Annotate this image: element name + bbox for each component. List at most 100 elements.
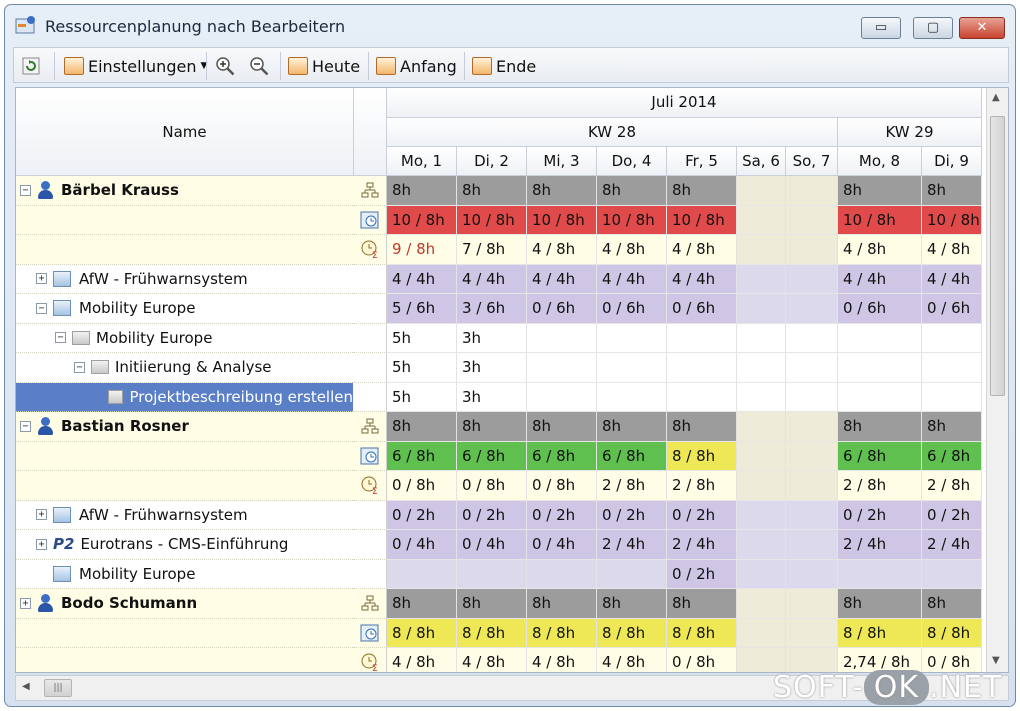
task-row[interactable]: Projektbeschreibung erstellen 5h 3h bbox=[16, 382, 982, 412]
day-value-cell[interactable] bbox=[457, 559, 527, 589]
day-value-cell[interactable]: 4 / 4h bbox=[922, 264, 982, 294]
day-value-cell[interactable] bbox=[737, 530, 786, 560]
name-cell[interactable]: Mobility Europe bbox=[16, 559, 353, 589]
vertical-scrollbar[interactable]: ▲ ▼ bbox=[986, 88, 1008, 672]
scroll-up-icon[interactable]: ▲ bbox=[992, 92, 1000, 103]
day-value-cell[interactable]: 8 / 8h bbox=[527, 618, 597, 648]
horizontal-scroll-thumb[interactable]: ||| bbox=[44, 679, 72, 697]
day-value-cell[interactable]: 0 / 2h bbox=[527, 500, 597, 530]
day-value-cell[interactable] bbox=[786, 471, 838, 501]
day-value-cell[interactable]: 8h bbox=[667, 412, 737, 442]
day-value-cell[interactable] bbox=[737, 264, 786, 294]
day-value-cell[interactable] bbox=[786, 500, 838, 530]
day-value-cell[interactable]: 2 / 4h bbox=[667, 530, 737, 560]
day-value-cell[interactable] bbox=[597, 559, 667, 589]
day-value-cell[interactable]: 8h bbox=[838, 176, 922, 206]
refresh-button[interactable] bbox=[20, 52, 42, 80]
day-value-cell[interactable]: 10 / 8h bbox=[597, 205, 667, 235]
day-value-cell[interactable] bbox=[667, 323, 737, 353]
day-value-cell[interactable]: 7 / 8h bbox=[457, 235, 527, 265]
day-value-cell[interactable]: 4 / 4h bbox=[667, 264, 737, 294]
day-value-cell[interactable]: 8h bbox=[667, 589, 737, 619]
expand-icon[interactable]: + bbox=[36, 509, 47, 521]
day-value-cell[interactable]: 0 / 2h bbox=[667, 559, 737, 589]
day-value-cell[interactable]: 8h bbox=[922, 412, 982, 442]
resource-summary-row[interactable]: 8 / 8h 8 / 8h 8 / 8h 8 / 8h 8 / 8h 8 / 8h 8 / … bbox=[16, 618, 982, 648]
name-cell[interactable]: − Mobility Europe bbox=[16, 294, 353, 324]
resource-summary-row[interactable]: Σ0 / 8h 0 / 8h 0 / 8h 2 / 8h 2 / 8h 2 / 8h 2 /… bbox=[16, 471, 982, 501]
day-value-cell[interactable] bbox=[597, 382, 667, 412]
minimize-button[interactable]: ▭ bbox=[861, 17, 901, 39]
day-value-cell[interactable] bbox=[737, 412, 786, 442]
day-value-cell[interactable]: 4 / 8h bbox=[922, 235, 982, 265]
day-value-cell[interactable]: 8h bbox=[838, 412, 922, 442]
day-value-cell[interactable] bbox=[597, 323, 667, 353]
day-value-cell[interactable]: 6 / 8h bbox=[838, 441, 922, 471]
day-value-cell[interactable]: 4 / 8h bbox=[597, 648, 667, 672]
day-value-cell[interactable]: 10 / 8h bbox=[387, 205, 457, 235]
day-value-cell[interactable] bbox=[922, 323, 982, 353]
day-value-cell[interactable]: 8h bbox=[527, 589, 597, 619]
day-value-cell[interactable]: 8 / 8h bbox=[387, 618, 457, 648]
name-cell[interactable]: + Bodo Schumann bbox=[16, 589, 353, 619]
day-value-cell[interactable]: 6 / 8h bbox=[597, 441, 667, 471]
day-value-cell[interactable]: 8h bbox=[922, 589, 982, 619]
day-value-cell[interactable]: 0 / 6h bbox=[838, 294, 922, 324]
day-value-cell[interactable] bbox=[737, 559, 786, 589]
day-value-cell[interactable]: 2 / 8h bbox=[922, 471, 982, 501]
name-cell[interactable] bbox=[16, 618, 353, 648]
day-value-cell[interactable] bbox=[737, 589, 786, 619]
resource-summary-row[interactable]: Σ9 / 8h 7 / 8h 4 / 8h 4 / 8h 4 / 8h 4 / 8h 4 /… bbox=[16, 235, 982, 265]
name-column-header[interactable]: Name bbox=[16, 88, 354, 176]
expand-icon[interactable]: + bbox=[36, 273, 47, 285]
settings-dropdown[interactable]: Einstellungen ▼ bbox=[64, 52, 207, 80]
collapse-icon[interactable]: − bbox=[74, 361, 85, 373]
day-value-cell[interactable]: 5 / 6h bbox=[387, 294, 457, 324]
collapse-icon[interactable]: − bbox=[36, 302, 47, 314]
day-value-cell[interactable]: 5h bbox=[387, 382, 457, 412]
day-value-cell[interactable]: 0 / 6h bbox=[667, 294, 737, 324]
day-value-cell[interactable] bbox=[786, 382, 838, 412]
name-cell[interactable]: Projektbeschreibung erstellen bbox=[16, 382, 353, 412]
zoom-out-button[interactable] bbox=[248, 52, 270, 80]
day-value-cell[interactable]: 6 / 8h bbox=[922, 441, 982, 471]
day-value-cell[interactable] bbox=[786, 618, 838, 648]
day-value-cell[interactable]: 2 / 8h bbox=[667, 471, 737, 501]
vertical-scroll-thumb[interactable] bbox=[990, 116, 1005, 396]
day-value-cell[interactable] bbox=[737, 176, 786, 206]
day-value-cell[interactable] bbox=[667, 382, 737, 412]
day-value-cell[interactable] bbox=[527, 559, 597, 589]
task-row[interactable]: + AfW - Frühwarnsystem 4 / 4h 4 / 4h 4 / 4h 4… bbox=[16, 264, 982, 294]
day-value-cell[interactable] bbox=[737, 500, 786, 530]
day-value-cell[interactable]: 8 / 8h bbox=[457, 618, 527, 648]
day-value-cell[interactable]: 8h bbox=[527, 176, 597, 206]
zoom-in-button[interactable] bbox=[214, 52, 236, 80]
collapse-icon[interactable]: − bbox=[20, 420, 31, 432]
resource-row[interactable]: − Bastian Rosner 8h 8h 8h 8h 8h 8h 8h bbox=[16, 412, 982, 442]
day-value-cell[interactable] bbox=[786, 264, 838, 294]
day-value-cell[interactable]: 0 / 2h bbox=[387, 500, 457, 530]
scroll-left-icon[interactable]: ◀ bbox=[22, 681, 30, 692]
day-value-cell[interactable] bbox=[786, 353, 838, 383]
day-value-cell[interactable]: 0 / 8h bbox=[527, 471, 597, 501]
day-value-cell[interactable]: 8h bbox=[457, 176, 527, 206]
day-value-cell[interactable]: 10 / 8h bbox=[527, 205, 597, 235]
day-value-cell[interactable]: 3h bbox=[457, 382, 527, 412]
day-value-cell[interactable]: 4 / 8h bbox=[457, 648, 527, 672]
collapse-icon[interactable]: − bbox=[55, 332, 66, 344]
name-cell[interactable]: + AfW - Frühwarnsystem bbox=[16, 264, 353, 294]
day-value-cell[interactable] bbox=[737, 441, 786, 471]
day-value-cell[interactable] bbox=[922, 353, 982, 383]
day-value-cell[interactable]: 4 / 8h bbox=[667, 235, 737, 265]
day-value-cell[interactable]: 3 / 6h bbox=[457, 294, 527, 324]
day-value-cell[interactable] bbox=[527, 323, 597, 353]
day-value-cell[interactable]: 8h bbox=[387, 176, 457, 206]
day-value-cell[interactable] bbox=[838, 559, 922, 589]
resource-row[interactable]: + Bodo Schumann 8h 8h 8h 8h 8h 8h 8h bbox=[16, 589, 982, 619]
day-value-cell[interactable]: 8h bbox=[597, 176, 667, 206]
day-value-cell[interactable] bbox=[737, 353, 786, 383]
day-value-cell[interactable] bbox=[737, 471, 786, 501]
task-row[interactable]: Mobility Europe 0 / 2h bbox=[16, 559, 982, 589]
name-cell[interactable] bbox=[16, 235, 353, 265]
day-value-cell[interactable]: 2 / 4h bbox=[838, 530, 922, 560]
